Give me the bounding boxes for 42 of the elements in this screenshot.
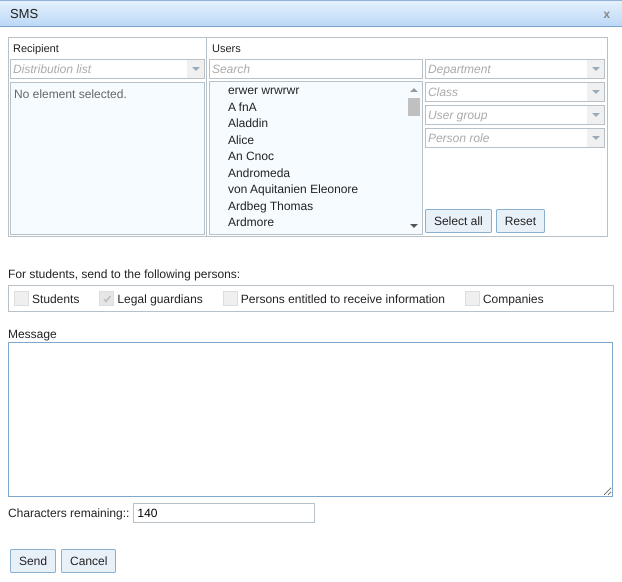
empty-message: No element selected.	[14, 87, 127, 101]
users-label: Users	[211, 42, 242, 57]
filter-input[interactable]: Person role	[426, 129, 587, 147]
distribution-list-input[interactable]: Distribution list	[11, 60, 187, 78]
persons-label: For students, send to the following persons:	[8, 267, 242, 281]
check-icon	[102, 294, 112, 304]
checkbox[interactable]	[222, 291, 238, 306]
distribution-list-dropdown[interactable]: Distribution list	[10, 59, 205, 79]
user-list-item[interactable]: von Aquitanien Eleonore	[228, 181, 406, 198]
filter-input[interactable]: Class	[426, 83, 587, 101]
checkbox-label: Companies	[482, 292, 544, 306]
dialog-button[interactable]: Send	[10, 549, 56, 573]
user-list-item[interactable]: An Cnoc	[228, 148, 406, 164]
characters-remaining-field[interactable]: 140	[133, 503, 316, 523]
checkbox-label: Persons entitled to receive information	[240, 292, 445, 306]
filter-input[interactable]: User group	[426, 106, 587, 124]
filter-dropdown[interactable]: Class	[425, 82, 605, 102]
window-title: SMS	[10, 6, 38, 21]
user-list-item[interactable]: Ardmore	[228, 214, 406, 230]
filter-dropdown[interactable]: Department	[425, 59, 605, 79]
checkbox-label: Students	[32, 292, 80, 306]
filter-dropdown[interactable]: Person role	[425, 128, 605, 148]
checkbox[interactable]	[464, 291, 480, 306]
user-list-item[interactable]: erwer wrwrwr	[228, 82, 406, 98]
user-list-item[interactable]: Aladdin	[228, 115, 406, 132]
checkbox[interactable]	[14, 291, 29, 306]
checkbox-label: Legal guardians	[117, 292, 203, 306]
message-field[interactable]	[8, 342, 613, 497]
filter-input[interactable]: Department	[426, 60, 587, 78]
user-list-item[interactable]: Alice	[228, 132, 406, 148]
filter-dropdown[interactable]: User group	[425, 105, 605, 125]
user-list-item[interactable]: A fnA	[228, 98, 406, 115]
user-list-item[interactable]: Ardbeg Thomas	[228, 198, 406, 214]
recipient-label: Recipient	[12, 42, 60, 57]
characters-remaining-label: Characters remaining::	[8, 506, 130, 520]
user-list-item[interactable]: Andromeda	[228, 164, 406, 181]
dialog-button[interactable]: Cancel	[61, 549, 116, 573]
checkbox[interactable]	[99, 291, 114, 306]
action-button[interactable]: Reset	[496, 209, 546, 233]
action-button[interactable]: Select all	[425, 209, 492, 233]
search-field[interactable]: Search	[209, 59, 423, 79]
message-label: Message	[8, 327, 58, 341]
